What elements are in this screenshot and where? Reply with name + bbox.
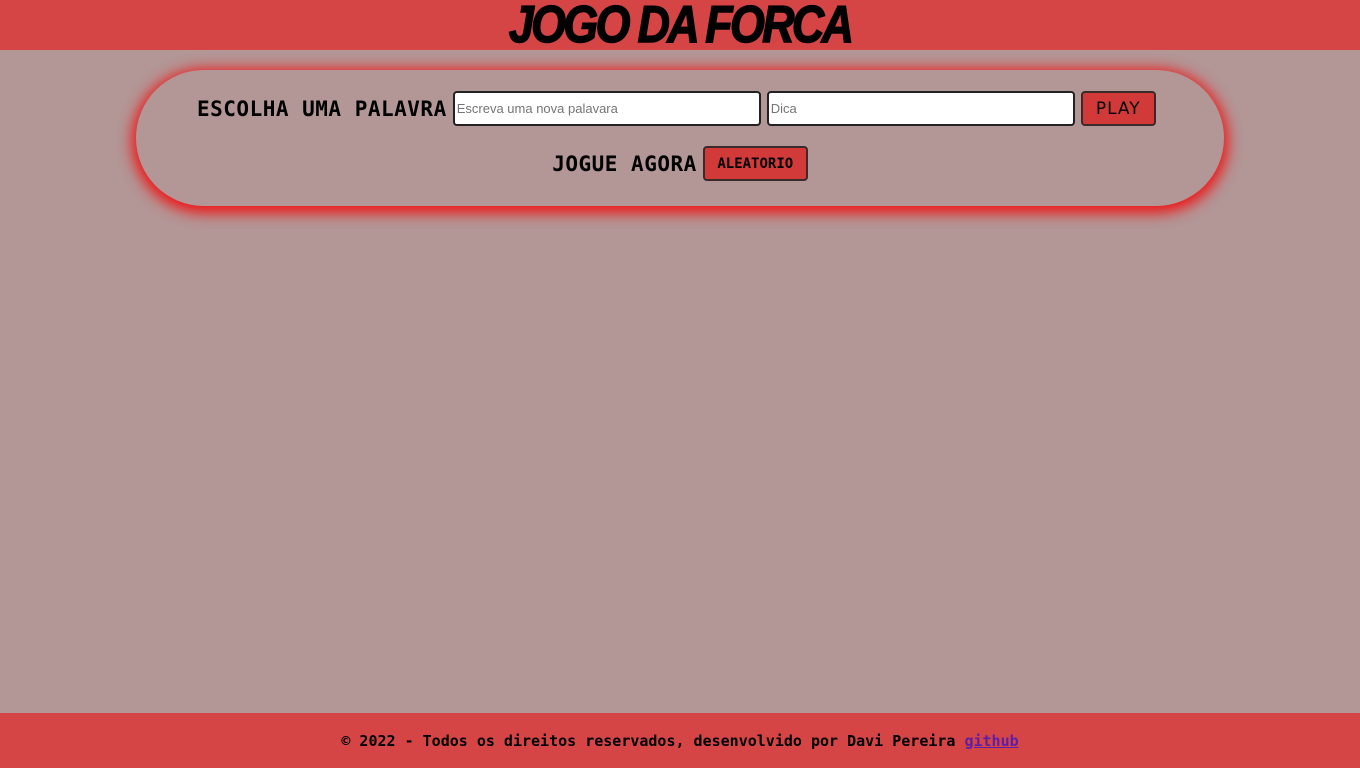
game-setup-panel: ESCOLHA UMA PALAVRA PLAY JOGUE AGORA ALE… [136,70,1224,206]
footer-bar: © 2022 - Todos os direitos reservados, d… [0,713,1360,768]
copyright-text: © 2022 - Todos os direitos reservados, d… [341,731,956,750]
page-title: JOGO DA FORCA [508,0,854,50]
github-link[interactable]: github [964,732,1018,750]
play-button[interactable]: PLAY [1080,91,1156,126]
random-play-row: JOGUE AGORA ALEATORIO [136,146,1224,181]
custom-word-row: ESCOLHA UMA PALAVRA PLAY [197,91,1156,126]
random-word-button[interactable]: ALEATORIO [702,146,808,181]
play-now-label: JOGUE AGORA [552,151,697,176]
header-bar: JOGO DA FORCA [0,0,1360,50]
word-input[interactable] [452,91,761,126]
hint-input[interactable] [766,91,1075,126]
choose-word-label: ESCOLHA UMA PALAVRA [197,96,447,121]
